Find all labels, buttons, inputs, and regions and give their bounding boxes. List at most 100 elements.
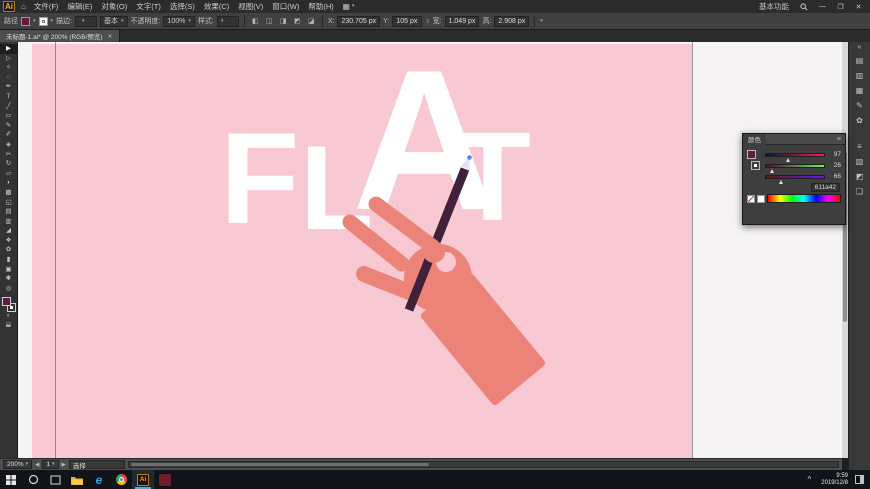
pencil-tool[interactable]: ✐ <box>0 130 18 140</box>
tray-expand-icon[interactable]: ^ <box>803 475 817 484</box>
opacity-dropdown[interactable]: 100% ▾ <box>163 15 195 27</box>
screen-mode-button[interactable]: ⬓ <box>0 321 18 330</box>
draw-mode-button[interactable]: ◐ <box>0 312 18 321</box>
gradient-tool[interactable]: ▥ <box>0 217 18 227</box>
more-options-icon[interactable]: ▾ <box>540 18 543 24</box>
stroke-color-swatch[interactable] <box>38 16 48 26</box>
edge-browser-button[interactable]: e <box>88 470 110 489</box>
expand-panels-icon[interactable]: « <box>858 44 862 51</box>
menu-object[interactable]: 对象(O) <box>97 1 131 12</box>
color-panel-icon[interactable]: ▤ <box>856 56 864 66</box>
align-top-icon[interactable]: ◩ <box>292 17 303 25</box>
menu-effect[interactable]: 效果(C) <box>200 1 233 12</box>
scale-tool[interactable]: ▱ <box>0 169 18 179</box>
mesh-tool[interactable]: ▤ <box>0 207 18 217</box>
close-button[interactable]: ✕ <box>850 3 867 11</box>
search-button[interactable] <box>22 470 44 489</box>
link-dimensions-icon[interactable]: ∞ <box>424 19 430 23</box>
style-dropdown[interactable]: ▾ <box>216 15 239 27</box>
red-slider[interactable] <box>765 152 825 162</box>
menu-window[interactable]: 窗口(W) <box>268 1 303 12</box>
eraser-tool[interactable]: ◈ <box>0 140 18 150</box>
menu-type[interactable]: 文字(T) <box>132 1 165 12</box>
none-swatch[interactable] <box>747 194 755 203</box>
color-panel-tab[interactable]: 颜色 <box>743 133 766 145</box>
next-artboard-icon[interactable]: ▶ <box>62 462 66 468</box>
green-slider-handle[interactable] <box>769 168 774 173</box>
canvas[interactable]: F L A T <box>18 42 842 458</box>
blue-slider[interactable] <box>765 174 825 184</box>
blend-tool[interactable]: ❖ <box>0 236 18 246</box>
fill-swatch[interactable] <box>1 297 11 307</box>
height-input[interactable]: 2.908 px <box>494 15 530 27</box>
maximize-button[interactable]: ❐ <box>832 3 849 11</box>
shape-builder-tool[interactable]: ◱ <box>0 198 18 208</box>
red-slider-handle[interactable] <box>786 157 791 162</box>
align-bottom-icon[interactable]: ◪ <box>306 17 317 25</box>
horizontal-scrollbar-thumb[interactable] <box>130 463 429 466</box>
menu-select[interactable]: 选择(S) <box>166 1 199 12</box>
panel-fill-stroke[interactable] <box>747 149 761 175</box>
zoom-level-dropdown[interactable]: 200% ▾ <box>3 460 33 469</box>
panel-stroke-swatch[interactable] <box>751 161 760 170</box>
fill-caret-icon[interactable]: ▾ <box>33 18 36 24</box>
pinned-app-button[interactable] <box>154 470 176 489</box>
chrome-browser-button[interactable] <box>110 470 132 489</box>
paintbrush-tool[interactable]: ✎ <box>0 121 18 131</box>
lasso-tool[interactable]: ◌ <box>0 73 18 83</box>
type-tool[interactable]: T <box>0 92 18 102</box>
notification-center-icon[interactable] <box>855 475 864 484</box>
blue-slider-handle[interactable] <box>779 179 784 184</box>
width-input[interactable]: 1.049 px <box>444 15 480 27</box>
workspace-switcher[interactable]: 基本功能 <box>754 1 794 12</box>
transparency-panel-icon[interactable]: ◩ <box>856 172 864 182</box>
green-value[interactable]: 26 <box>828 162 841 169</box>
width-tool[interactable]: ◖ <box>0 178 18 188</box>
align-right-icon[interactable]: ◨ <box>278 17 289 25</box>
artboard-navigation-dropdown[interactable]: 1 ▾ <box>42 460 59 469</box>
brush-definition-dropdown[interactable]: 基本 ▾ <box>99 15 128 27</box>
symbol-sprayer-tool[interactable]: ✿ <box>0 245 18 255</box>
line-segment-tool[interactable]: ╱ <box>0 102 18 112</box>
previous-artboard-icon[interactable]: ◀ <box>35 462 39 468</box>
start-button[interactable] <box>0 470 22 489</box>
panel-menu-icon[interactable]: ≡ <box>833 136 845 143</box>
artboard-tool[interactable]: ▣ <box>0 265 18 275</box>
align-center-icon[interactable]: ◫ <box>264 17 275 25</box>
illustrator-taskbar-button[interactable]: Ai <box>132 470 154 489</box>
hand-illustration[interactable] <box>18 42 842 458</box>
red-value[interactable]: 97 <box>828 151 841 158</box>
zoom-tool[interactable]: ◎ <box>0 284 18 294</box>
panel-fill-swatch[interactable] <box>747 150 756 159</box>
tab-close-icon[interactable]: ✕ <box>108 33 113 40</box>
fill-stroke-indicator[interactable] <box>1 297 16 313</box>
menu-edit[interactable]: 编辑(E) <box>63 1 96 12</box>
minimize-button[interactable]: — <box>814 3 831 10</box>
color-spectrum-bar[interactable] <box>767 194 841 203</box>
menu-help[interactable]: 帮助(H) <box>304 1 337 12</box>
taskbar-clock[interactable]: 9:59 2019/12/8 <box>816 473 853 487</box>
gradient-panel-icon[interactable]: ▧ <box>856 157 864 167</box>
color-guide-panel-icon[interactable]: ▥ <box>856 71 864 81</box>
magic-wand-tool[interactable]: ✧ <box>0 63 18 73</box>
search-icon[interactable] <box>795 2 813 11</box>
hex-value-field[interactable]: 611a42 <box>810 183 840 192</box>
document-tab[interactable]: 未标题-1.ai* @ 200% (RGB/预览) ✕ <box>0 30 120 42</box>
stroke-caret-icon[interactable]: ▾ <box>51 18 54 24</box>
task-view-button[interactable] <box>44 470 66 489</box>
rotate-tool[interactable]: ↻ <box>0 159 18 169</box>
y-input[interactable]: 105 px <box>392 15 423 27</box>
brushes-panel-icon[interactable]: ✎ <box>856 101 863 111</box>
menu-file[interactable]: 文件(F) <box>30 1 63 12</box>
free-transform-tool[interactable]: ▩ <box>0 188 18 198</box>
align-left-icon[interactable]: ◧ <box>250 17 261 25</box>
horizontal-scrollbar[interactable] <box>127 461 839 468</box>
pen-tool[interactable]: ✒ <box>0 82 18 92</box>
document-layout-icon[interactable]: ▦ ▾ <box>339 2 359 11</box>
stroke-weight-dropdown[interactable]: ▾ <box>74 15 97 27</box>
scissors-tool[interactable]: ✂ <box>0 150 18 160</box>
white-swatch[interactable] <box>757 194 765 203</box>
home-icon[interactable]: ⌂ <box>18 2 29 11</box>
hand-tool[interactable]: ✱ <box>0 274 18 284</box>
swatches-panel-icon[interactable]: ▦ <box>856 86 864 96</box>
